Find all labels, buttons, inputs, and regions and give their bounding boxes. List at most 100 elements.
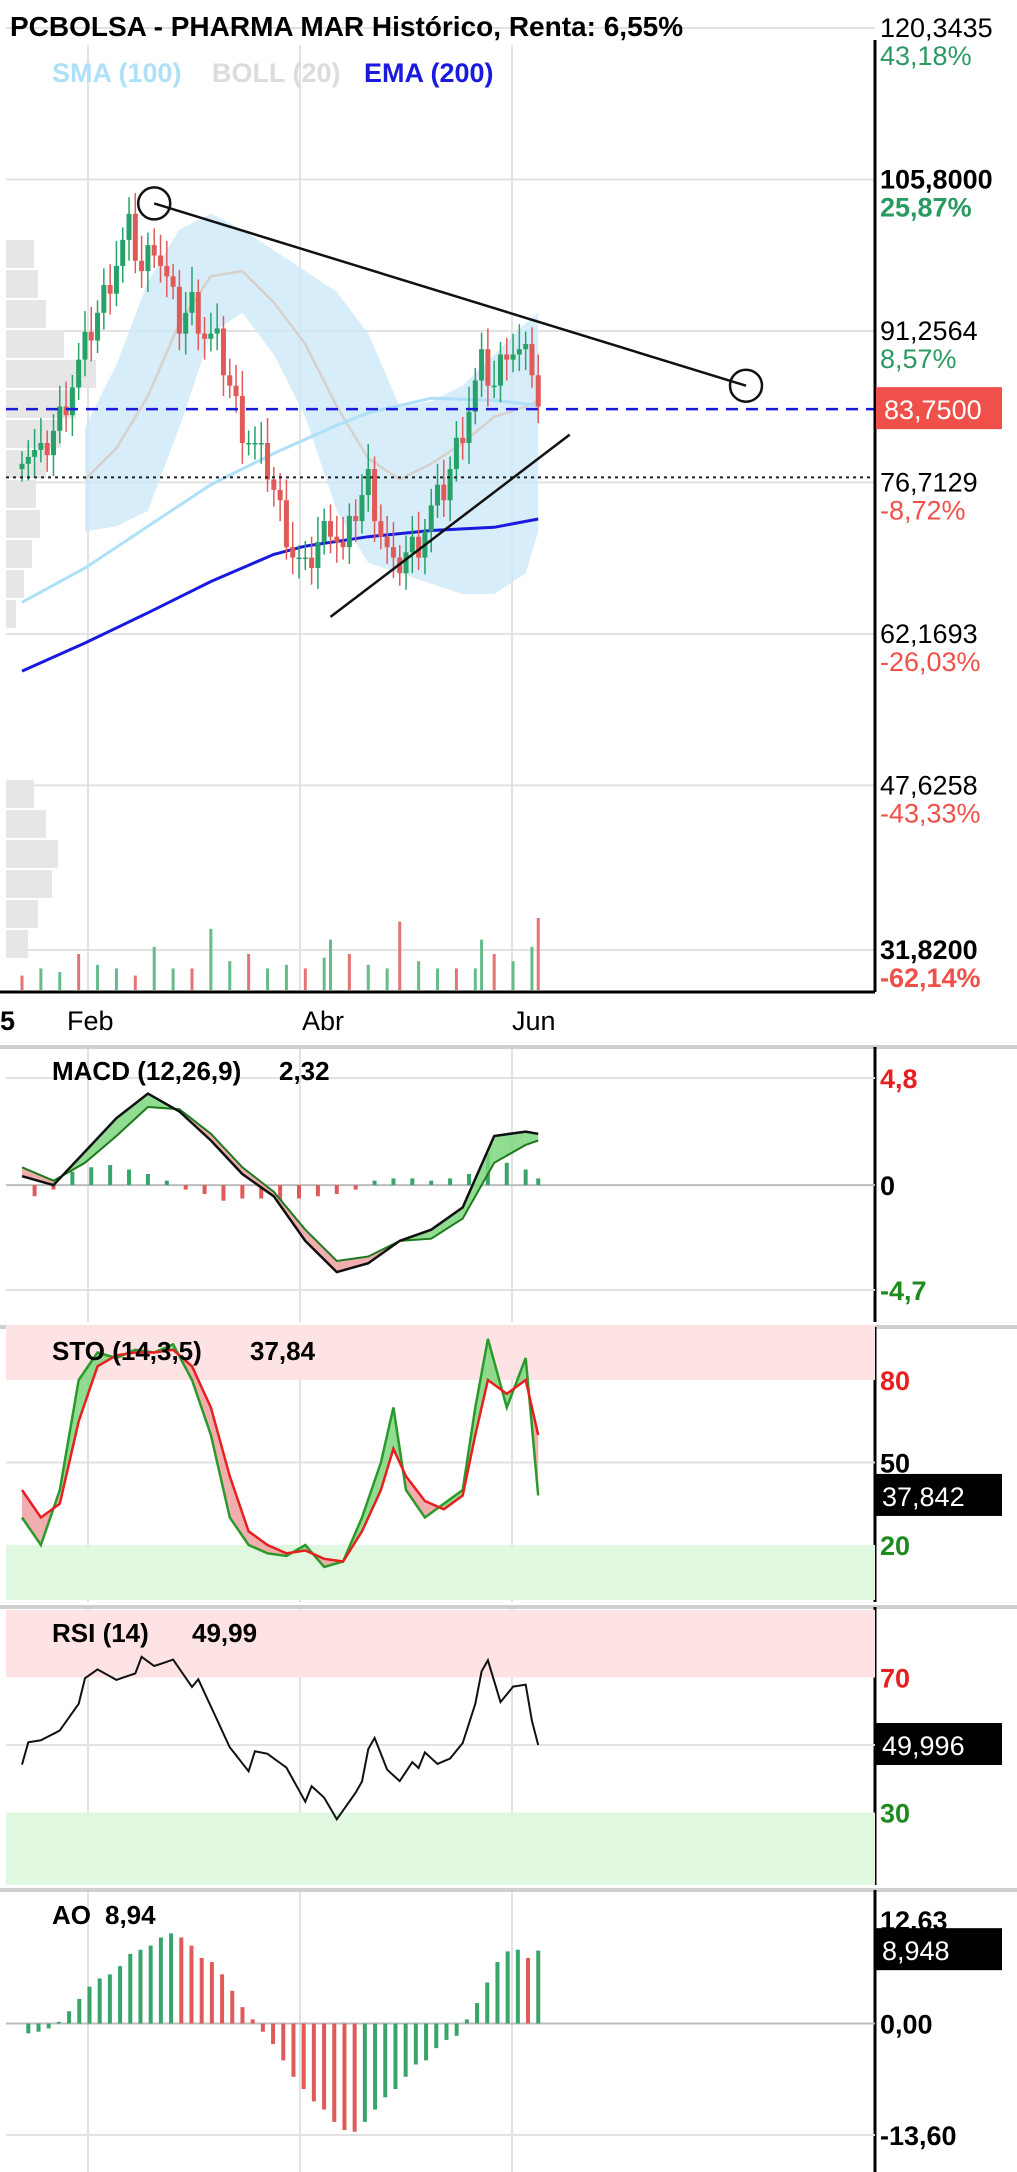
ao-bar — [77, 1998, 82, 2024]
ao-bar — [475, 2003, 480, 2024]
candle-body — [403, 552, 409, 574]
volume-bar — [454, 968, 458, 990]
candle-body — [334, 536, 340, 542]
volume-bar — [398, 921, 402, 990]
candle-body — [113, 265, 119, 294]
macd-title: MACD (12,26,9) — [52, 1056, 241, 1086]
time-tick-label: Jun — [512, 1006, 556, 1036]
candle-body — [359, 495, 365, 522]
volume-bar — [511, 961, 515, 990]
volume-profile-bar — [6, 810, 46, 838]
candle-body — [340, 541, 346, 548]
candle-body — [233, 385, 239, 397]
ao-bar — [454, 2023, 459, 2036]
macd-histogram-bar — [32, 1185, 37, 1197]
candle-body — [321, 521, 327, 542]
ao-bar — [434, 2023, 439, 2049]
candle-body — [176, 286, 182, 334]
ao-current-label: 8,948 — [882, 1936, 950, 1966]
ao-bar — [36, 2023, 41, 2032]
candle-body — [491, 385, 497, 388]
candle-body — [95, 312, 101, 341]
rsi-title: RSI (14) — [52, 1618, 149, 1648]
ao-bar — [515, 1949, 520, 2024]
ao-bar — [189, 1945, 194, 2024]
candle-body — [189, 291, 195, 313]
volume-bar — [436, 968, 440, 990]
candle-body — [220, 328, 226, 376]
candle-body — [441, 484, 447, 501]
candle-body — [126, 213, 132, 240]
candle-body — [158, 255, 164, 266]
candle-body — [170, 276, 176, 287]
volume-bar — [530, 946, 534, 990]
time-tick-label: Feb — [67, 1006, 114, 1036]
macd-histogram-bar — [315, 1185, 320, 1197]
ao-bar — [107, 1974, 112, 2024]
macd-histogram-bar — [202, 1185, 207, 1195]
volume-bar — [366, 964, 370, 990]
rsi-oversold-zone — [6, 1812, 875, 1885]
volume-bar — [385, 968, 389, 990]
macd-histogram-bar — [372, 1180, 377, 1186]
ao-bar — [342, 2023, 347, 2131]
macd-tick-label: 4,8 — [880, 1064, 918, 1094]
candle-body — [265, 442, 271, 480]
volume-bar — [480, 939, 484, 990]
ao-bar — [148, 1945, 153, 2024]
candle-body — [378, 521, 384, 537]
candle-body — [19, 463, 25, 470]
macd-histogram-bar — [429, 1180, 434, 1186]
volume-profile-bar — [6, 900, 38, 928]
price-tick-label: 76,7129 — [880, 467, 978, 497]
ao-bar — [505, 1951, 510, 2024]
volume-bar — [96, 964, 100, 990]
macd-histogram-bar — [89, 1167, 94, 1186]
candle-body — [246, 442, 252, 445]
candle-body — [472, 380, 478, 412]
macd-histogram-bar — [70, 1171, 75, 1186]
indicator-legend-label: SMA (100) — [52, 58, 182, 88]
sto-value: 37,84 — [250, 1336, 316, 1366]
candle-body — [277, 489, 283, 501]
macd-histogram-bar — [448, 1178, 453, 1186]
volume-profile-bar — [6, 330, 64, 358]
ao-bar — [169, 1933, 174, 2024]
price-pct-label: -26,03% — [880, 647, 981, 677]
macd-signal-line — [21, 1105, 539, 1263]
candle-body — [239, 396, 245, 443]
sto-oversold-zone — [6, 1545, 875, 1600]
volume-bar — [473, 968, 477, 990]
candle-body — [132, 213, 138, 261]
ao-bar — [179, 1937, 184, 2024]
ao-bar — [311, 2023, 316, 2102]
price-tick-label: 31,8200 — [880, 935, 978, 965]
macd-histogram-bar — [127, 1169, 132, 1186]
ao-bar — [403, 2023, 408, 2077]
macd-histogram-bar — [108, 1165, 113, 1186]
candle-body — [145, 245, 151, 272]
candle-body — [63, 406, 69, 416]
volume-profile-bar — [6, 540, 32, 568]
ao-bar — [271, 2023, 276, 2045]
volume-profile-bar — [6, 270, 38, 298]
macd-histogram-bar — [183, 1185, 188, 1190]
volume-bar — [417, 961, 421, 990]
candle-body — [25, 456, 31, 464]
macd-histogram-bar — [410, 1178, 415, 1186]
volume-profile-bar — [6, 480, 36, 508]
volume-profile-bar — [6, 570, 24, 598]
volume-bar — [303, 968, 307, 990]
ao-bar — [240, 2007, 245, 2024]
macd-line — [21, 1092, 539, 1274]
chart-canvas[interactable]: PCBOLSA - PHARMA MAR Histórico, Renta: 6… — [0, 0, 1017, 2172]
price-pct-label: -62,14% — [880, 963, 981, 993]
ao-bar — [56, 2021, 61, 2024]
volume-profile-bar — [6, 510, 40, 538]
volume-bar — [114, 968, 118, 990]
candle-body — [44, 442, 50, 456]
ao-bar — [413, 2023, 418, 2065]
volume-profile-bar — [6, 870, 52, 898]
candle-body — [57, 406, 63, 431]
candle-body — [479, 349, 485, 381]
